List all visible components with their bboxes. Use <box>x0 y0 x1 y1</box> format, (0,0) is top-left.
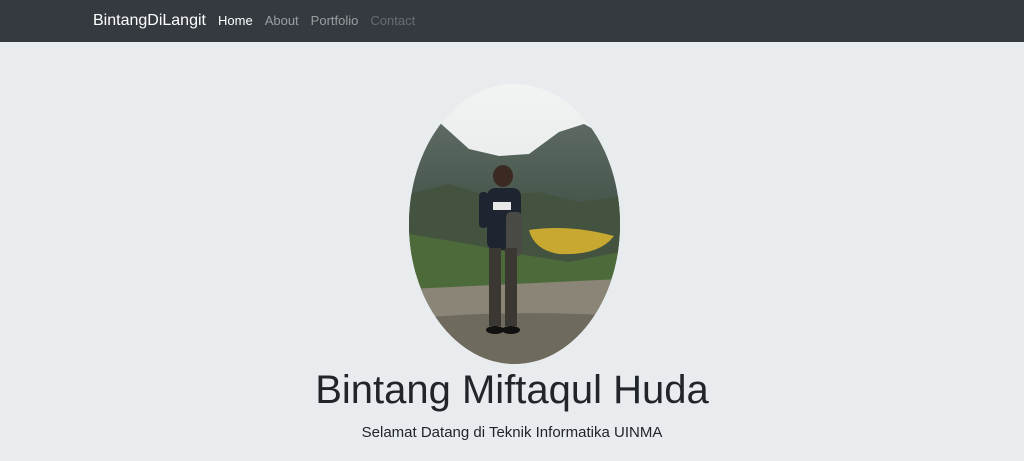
nav-link-about[interactable]: About <box>265 12 299 30</box>
profile-photo <box>409 84 620 364</box>
hero-tagline: Selamat Datang di Teknik Informatika UIN… <box>361 424 663 441</box>
hero-name: Bintang Miftaqul Huda <box>315 368 709 412</box>
nav-link-portfolio[interactable]: Portfolio <box>311 12 359 30</box>
nav-link-home[interactable]: Home <box>218 12 253 30</box>
navbar: BintangDiLangit Home About Portfolio Con… <box>0 0 1024 42</box>
nav-links: Home About Portfolio Contact <box>218 12 427 30</box>
nav-link-contact[interactable]: Contact <box>370 12 415 30</box>
navbar-brand[interactable]: BintangDiLangit <box>93 11 206 31</box>
